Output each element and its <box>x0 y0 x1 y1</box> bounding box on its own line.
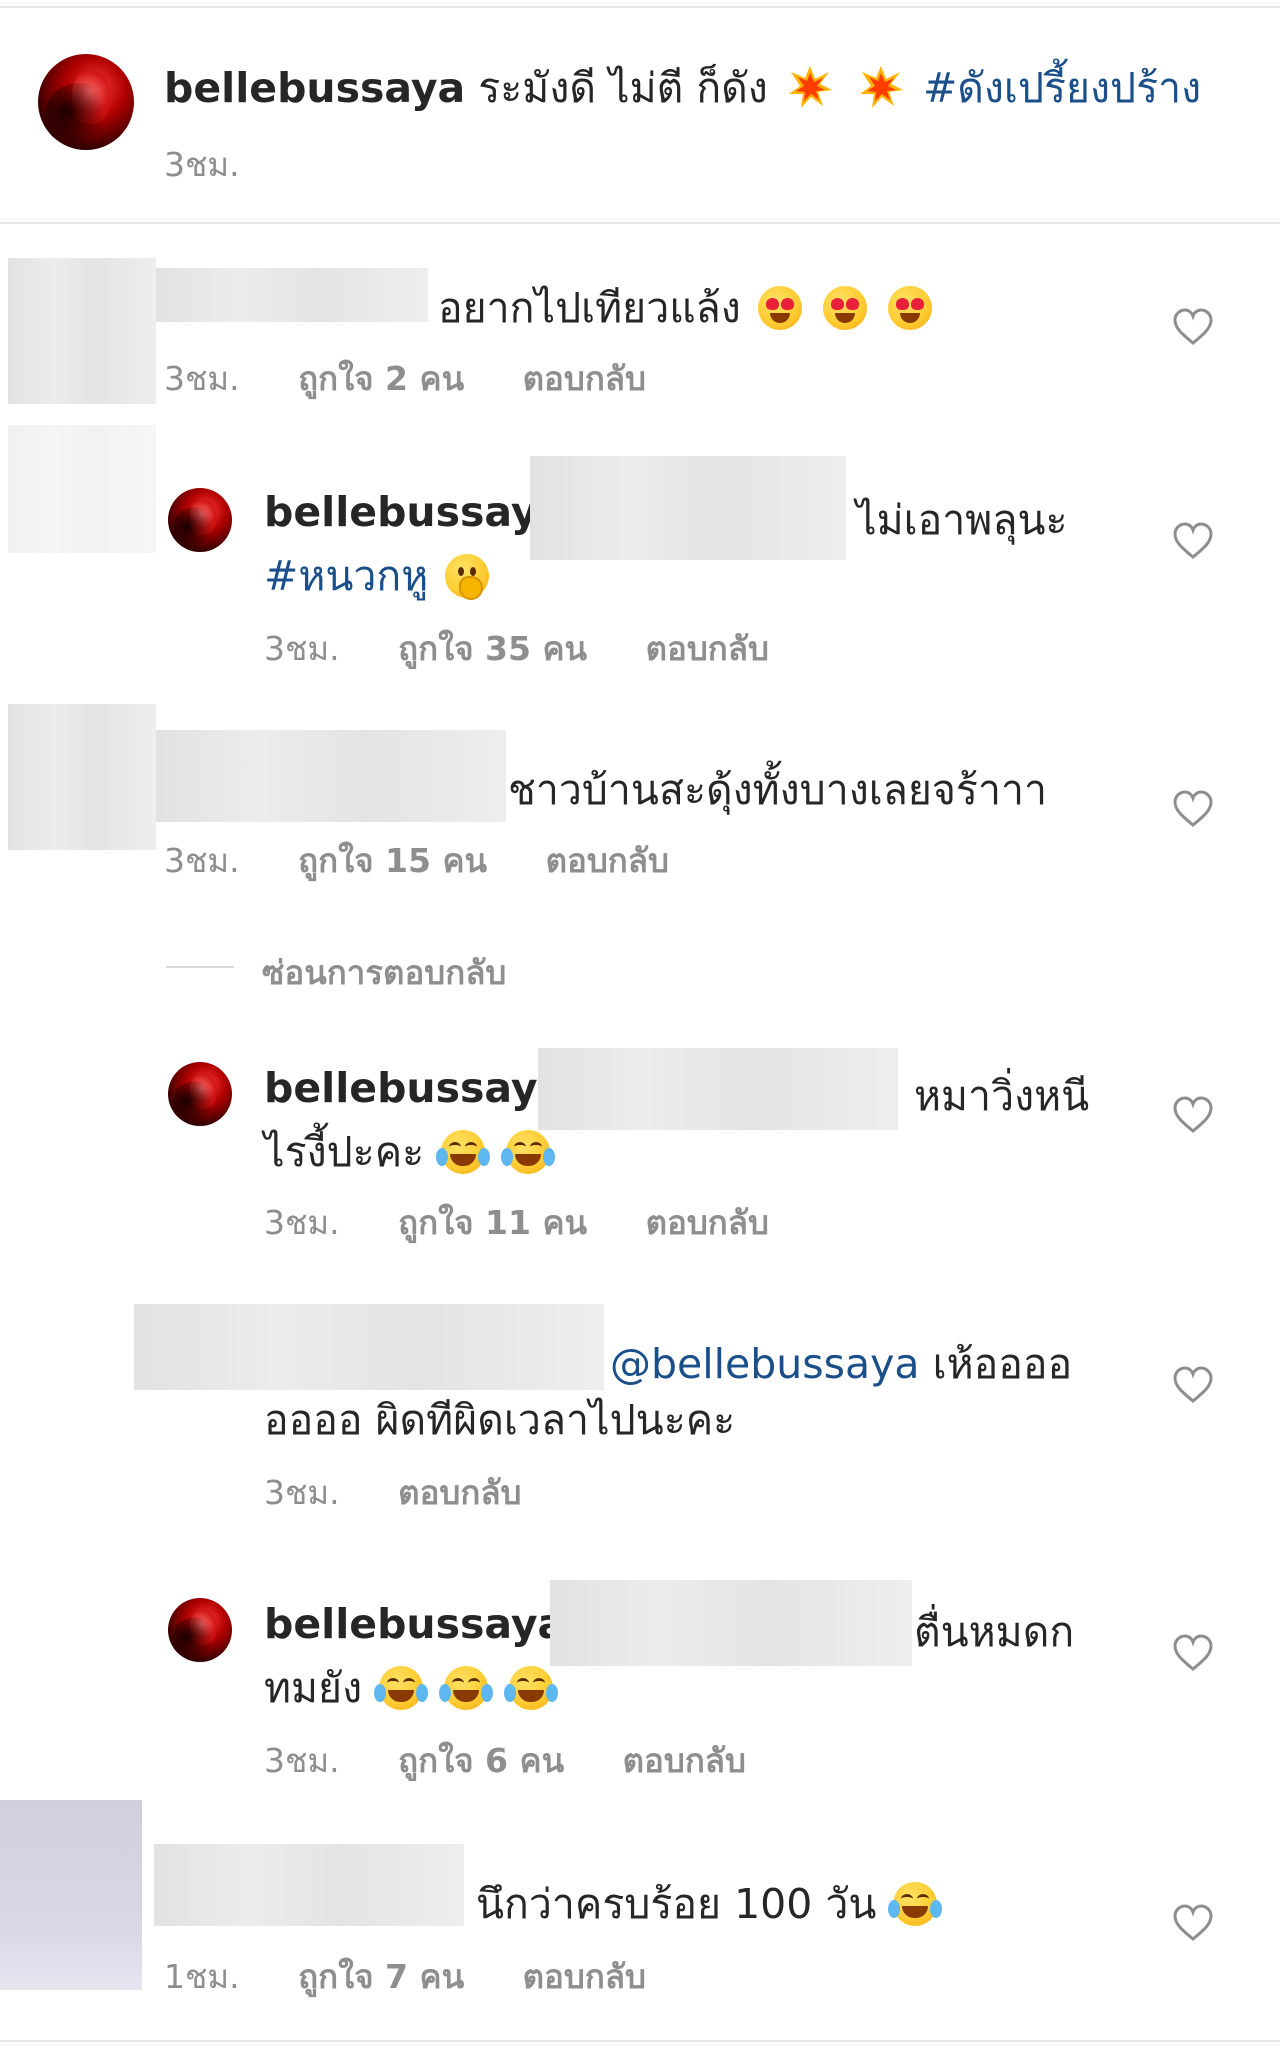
blurred-username <box>156 730 506 822</box>
reply-avatar[interactable] <box>168 488 232 552</box>
comment-text: นึกว่าครบร้อย 100 วัน <box>476 1872 943 1937</box>
comment-meta: 3ชม. ถูกใจ 6 คน ตอบกลับ <box>264 1734 746 1787</box>
heart-outline-icon[interactable] <box>1172 308 1214 346</box>
reply-username[interactable]: bellebussaya <box>264 1600 565 1648</box>
comment-meta: 3ชม. ตอบกลับ <box>264 1466 522 1519</box>
reply-text: ตื่นหมดก <box>914 1608 1075 1656</box>
reply-text-line2: ทมยัง <box>264 1656 559 1721</box>
blurred-avatar <box>0 1800 142 1990</box>
blurred-mention <box>538 1048 898 1130</box>
blurred-avatar <box>8 704 156 850</box>
bottom-divider <box>0 2040 1280 2042</box>
heart-outline-icon[interactable] <box>1172 1366 1214 1404</box>
collision-icon <box>788 66 832 108</box>
comment-likes[interactable]: ถูกใจ 7 คน <box>298 1957 464 1996</box>
comment-time: 3ชม. <box>164 841 240 880</box>
hide-replies-button[interactable]: ซ่อนการตอบกลับ <box>262 946 506 999</box>
heart-eyes-emoji <box>757 286 802 330</box>
tears-of-joy-emoji <box>504 1666 559 1710</box>
comment-time: 3ชม. <box>264 1203 340 1242</box>
reply-button[interactable]: ตอบกลับ <box>646 1203 769 1242</box>
tears-of-joy-emoji <box>501 1130 556 1174</box>
reply-button[interactable]: ตอบกลับ <box>646 629 769 668</box>
comment-text: ชาวบ้านสะดุ้งทั้งบางเลยจร้าาา <box>508 766 1048 814</box>
comment-meta: 3ชม. ถูกใจ 2 คน ตอบกลับ <box>164 352 646 405</box>
reply-text-line2: ออออ ผิดทีผิดเวลาไปนะคะ <box>264 1396 736 1444</box>
heart-outline-icon[interactable] <box>1172 1096 1214 1134</box>
reply-button[interactable]: ตอบกลับ <box>523 359 646 398</box>
tears-of-joy-emoji <box>374 1666 429 1710</box>
post-caption: ระมังดี ไม่ตี ก็ดัง <box>478 64 768 112</box>
comment-time: 3ชม. <box>264 1473 340 1512</box>
blurred-avatar <box>8 425 156 553</box>
reply-text: ไม่เอาพลุนะ <box>856 496 1068 544</box>
heart-outline-icon[interactable] <box>1172 790 1214 828</box>
reply-button[interactable]: ตอบกลับ <box>623 1741 746 1780</box>
reply-text-line2: ไรงี้ปะคะ <box>264 1120 556 1185</box>
reply-text-line2: #หนวกหู <box>264 544 493 609</box>
reply-username[interactable]: bellebussaya <box>264 488 565 536</box>
blurred-mention <box>530 456 846 560</box>
comment-meta: 3ชม. ถูกใจ 35 คน ตอบกลับ <box>264 622 769 675</box>
comment-likes[interactable]: ถูกใจ 35 คน <box>398 629 587 668</box>
tears-of-joy-emoji <box>439 1666 494 1710</box>
reply-button[interactable]: ตอบกลับ <box>398 1473 521 1512</box>
comment-time: 3ชม. <box>264 1741 340 1780</box>
post-hashtag[interactable]: #ดังเปรี้ยงปร้าง <box>923 64 1201 112</box>
comment-text: อยากไปเทียวแล้ง <box>438 276 936 341</box>
reply-avatar[interactable] <box>168 1062 232 1126</box>
tears-of-joy-emoji <box>436 1130 491 1174</box>
blurred-username <box>156 268 428 322</box>
reply-button[interactable]: ตอบกลับ <box>523 1957 646 1996</box>
reply-username[interactable]: bellebussaya <box>264 1064 565 1112</box>
comment-time: 3ชม. <box>164 359 240 398</box>
heart-outline-icon[interactable] <box>1172 1634 1214 1672</box>
blurred-username <box>154 1844 464 1926</box>
comment-time: 1ชม. <box>164 1957 240 1996</box>
top-divider <box>0 6 1280 8</box>
shushing-face-emoji <box>445 554 490 600</box>
mention-link[interactable]: @bellebussaya <box>610 1340 920 1388</box>
heart-eyes-emoji <box>822 286 867 330</box>
blurred-mention <box>550 1580 912 1666</box>
reply-hashtag[interactable]: #หนวกหู <box>264 552 428 600</box>
post-time: 3ชม. <box>164 145 240 184</box>
comment-likes[interactable]: ถูกใจ 2 คน <box>298 359 464 398</box>
heart-outline-icon[interactable] <box>1172 1904 1214 1942</box>
comment-time: 3ชม. <box>264 629 340 668</box>
comment-likes[interactable]: ถูกใจ 6 คน <box>398 1741 564 1780</box>
post-avatar[interactable] <box>38 54 134 150</box>
blurred-avatar <box>8 258 156 404</box>
reply-text: หมาวิ่งหนี <box>914 1072 1090 1120</box>
comment-likes[interactable]: ถูกใจ 15 คน <box>298 841 487 880</box>
blurred-username <box>134 1304 604 1390</box>
reply-button[interactable]: ตอบกลับ <box>546 841 669 880</box>
comment-likes[interactable]: ถูกใจ 11 คน <box>398 1203 587 1242</box>
comment-meta: 1ชม. ถูกใจ 7 คน ตอบกลับ <box>164 1950 646 2003</box>
heart-outline-icon[interactable] <box>1172 522 1214 560</box>
collision-icon <box>859 66 903 108</box>
comment-meta: 3ชม. ถูกใจ 11 คน ตอบกลับ <box>264 1196 769 1249</box>
hide-replies-line <box>166 966 234 968</box>
heart-eyes-emoji <box>887 286 932 330</box>
post-username[interactable]: bellebussaya <box>164 64 465 112</box>
tears-of-joy-emoji <box>888 1882 943 1926</box>
caption-divider <box>0 222 1280 224</box>
reply-avatar[interactable] <box>168 1598 232 1662</box>
comment-meta: 3ชม. ถูกใจ 15 คน ตอบกลับ <box>164 834 669 887</box>
post-caption-line: bellebussaya ระมังดี ไม่ตี ก็ดัง #ดังเปร… <box>164 56 1201 121</box>
